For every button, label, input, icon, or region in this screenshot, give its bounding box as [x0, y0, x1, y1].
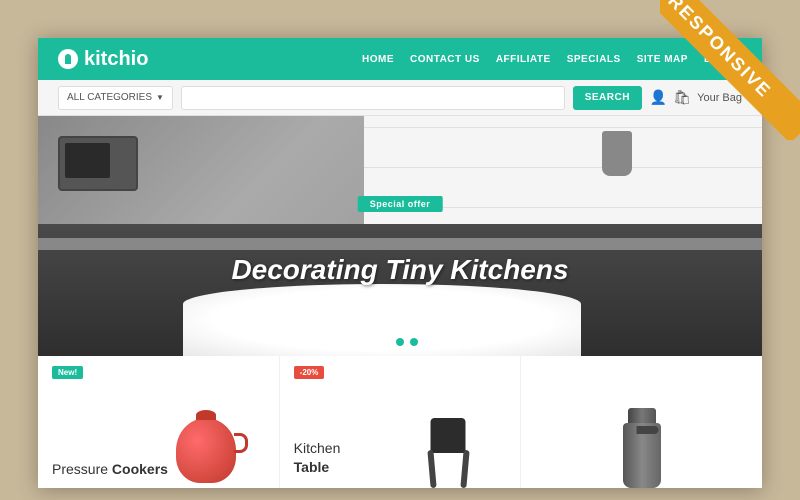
carousel-dots: [382, 338, 418, 346]
product-card-tap: [521, 356, 762, 488]
logo-text: kitchio: [84, 48, 148, 71]
logo[interactable]: kitchio: [58, 48, 148, 71]
nav-home[interactable]: HOME: [362, 54, 394, 65]
product-image-1: [134, 356, 278, 488]
stool-leg-left: [427, 450, 436, 488]
outer-background: RESPONSIVE kitchio HOME CONTACT US AFFIL…: [0, 0, 800, 500]
search-input-wrap: [181, 86, 565, 110]
nav-affiliate[interactable]: AFFILIATE: [496, 54, 551, 65]
kettle-icon: [176, 418, 236, 483]
product-card-kitchen-table: -20% KitchenTable: [280, 356, 522, 488]
category-chevron: ▼: [156, 93, 164, 102]
nav-specials[interactable]: SPECIALS: [567, 54, 621, 65]
product-title-2: KitchenTable: [294, 439, 341, 478]
header: kitchio HOME CONTACT US AFFILIATE SPECIA…: [38, 38, 762, 80]
responsive-badge: RESPONSIVE: [660, 0, 800, 140]
product-card-pressure-cookers: New! Pressure Cookers: [38, 356, 280, 488]
product-badge-discount: -20%: [294, 366, 325, 379]
carousel-dot-1[interactable]: [382, 338, 390, 346]
nav-contact[interactable]: CONTACT US: [410, 54, 480, 65]
product-image-3: [521, 356, 762, 488]
hero-kettle: [602, 131, 632, 176]
product-image-2: [376, 356, 520, 488]
tap-icon: [614, 408, 669, 488]
tap-spout: [636, 426, 658, 434]
hero-section: Special offer Decorating Tiny Kitchens: [38, 116, 762, 356]
hero-microwave: [58, 136, 138, 191]
stool-seat: [431, 418, 466, 453]
search-input[interactable]: [190, 87, 556, 109]
hero-counter: [38, 238, 762, 250]
search-bar: ALL CATEGORIES ▼ SEARCH 👤 🛍 Your Bag: [38, 80, 762, 116]
kettle-handle: [234, 433, 248, 453]
special-offer-badge: Special offer: [358, 196, 443, 212]
carousel-dot-3[interactable]: [410, 338, 418, 346]
category-select[interactable]: ALL CATEGORIES ▼: [58, 86, 173, 110]
stool-leg-right: [460, 450, 469, 488]
hero-headline: Decorating Tiny Kitchens: [38, 254, 762, 286]
search-button[interactable]: SEARCH: [573, 86, 642, 110]
product-title-bold-2: Table: [294, 459, 330, 475]
category-label: ALL CATEGORIES: [67, 92, 152, 103]
carousel-dot-2[interactable]: [396, 338, 404, 346]
responsive-badge-text: RESPONSIVE: [660, 0, 800, 140]
stool-icon: [421, 418, 476, 488]
product-badge-new: New!: [52, 366, 83, 379]
products-section: New! Pressure Cookers -20% KitchenTable: [38, 356, 762, 488]
site-container: kitchio HOME CONTACT US AFFILIATE SPECIA…: [38, 38, 762, 488]
logo-icon: [58, 49, 78, 69]
